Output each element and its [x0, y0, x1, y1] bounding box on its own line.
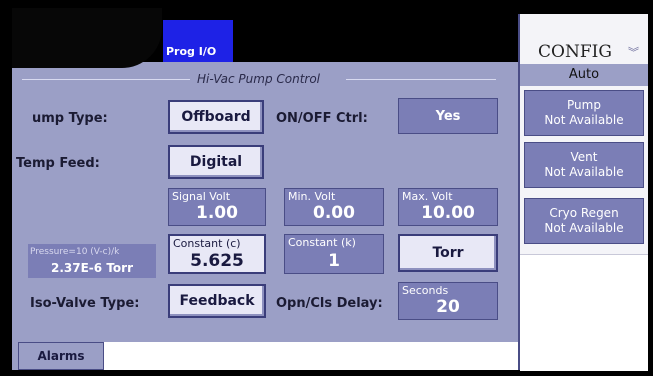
tab-prog-io[interactable]: Prog I/O [163, 20, 233, 62]
pressure-readout: Pressure=10 (V-c)/k 2.37E-6 Torr [28, 244, 156, 278]
min-volt-field[interactable]: Min. Volt 0.00 [284, 188, 384, 226]
sidebar-item-name: Vent [570, 150, 598, 164]
constant-c-field[interactable]: Constant (c) 5.625 [168, 234, 266, 274]
iso-valve-label: Iso-Valve Type: [30, 296, 140, 311]
sidebar-item-status: Not Available [544, 221, 624, 235]
sidebar-item-name: Pump [567, 98, 601, 112]
config-title: CONFIG [538, 42, 612, 62]
delay-caption: Seconds [402, 284, 449, 297]
signal-volt-field[interactable]: Signal Volt 1.00 [168, 188, 266, 226]
pump-type-button[interactable]: Offboard [168, 100, 264, 134]
max-volt-caption: Max. Volt [402, 190, 453, 203]
min-volt-caption: Min. Volt [288, 190, 336, 203]
sidebar-item-pump[interactable]: Pump Not Available [524, 90, 644, 136]
signal-volt-caption: Signal Volt [172, 190, 231, 203]
iso-valve-button[interactable]: Feedback [168, 284, 266, 318]
delay-value: 20 [436, 297, 460, 317]
pressure-formula: Pressure=10 (V-c)/k [30, 247, 120, 257]
divider-right [346, 79, 496, 80]
divider-left [22, 79, 190, 80]
sidebar-item-vent[interactable]: Vent Not Available [524, 142, 644, 188]
signal-volt-value: 1.00 [196, 203, 238, 223]
top-bar: Prog I/O [12, 8, 518, 68]
mode-label: Auto [520, 64, 648, 86]
temp-feed-label: Temp Feed: [16, 156, 100, 171]
constant-k-caption: Constant (k) [288, 236, 356, 249]
alarms-button[interactable]: Alarms [18, 342, 104, 370]
sidebar-item-status: Not Available [544, 165, 624, 179]
obscured-area [12, 8, 162, 68]
onoff-ctrl-value[interactable]: Yes [398, 98, 498, 134]
max-volt-value: 10.00 [421, 203, 475, 223]
opn-cls-delay-label: Opn/Cls Delay: [276, 296, 383, 311]
max-volt-field[interactable]: Max. Volt 10.00 [398, 188, 498, 226]
sidebar-empty-area [520, 254, 648, 371]
bottom-bar [104, 342, 518, 370]
section-title: Hi-Vac Pump Control [197, 72, 321, 86]
main-panel: Prog I/O Hi-Vac Pump Control ump Type: O… [12, 8, 518, 370]
pump-type-label: ump Type: [32, 111, 108, 126]
onoff-ctrl-label: ON/OFF Ctrl: [276, 111, 368, 126]
constant-k-value: 1 [328, 251, 340, 271]
constant-k-field[interactable]: Constant (k) 1 [284, 234, 384, 274]
sidebar-item-status: Not Available [544, 113, 624, 127]
double-chevron-down-icon[interactable]: ︾ [628, 44, 639, 60]
config-sidebar: CONFIG ︾ Auto Pump Not Available Vent No… [518, 14, 648, 371]
sidebar-item-cryo-regen[interactable]: Cryo Regen Not Available [524, 198, 644, 244]
delay-field[interactable]: Seconds 20 [398, 282, 498, 320]
temp-feed-button[interactable]: Digital [168, 145, 264, 179]
constant-c-value: 5.625 [190, 251, 244, 271]
min-volt-value: 0.00 [313, 203, 355, 223]
units-torr-button[interactable]: Torr [398, 234, 498, 272]
constant-c-caption: Constant (c) [173, 237, 241, 250]
pressure-value: 2.37E-6 Torr [51, 261, 133, 275]
sidebar-item-name: Cryo Regen [549, 206, 619, 220]
device-screen: Prog I/O Hi-Vac Pump Control ump Type: O… [0, 8, 653, 371]
